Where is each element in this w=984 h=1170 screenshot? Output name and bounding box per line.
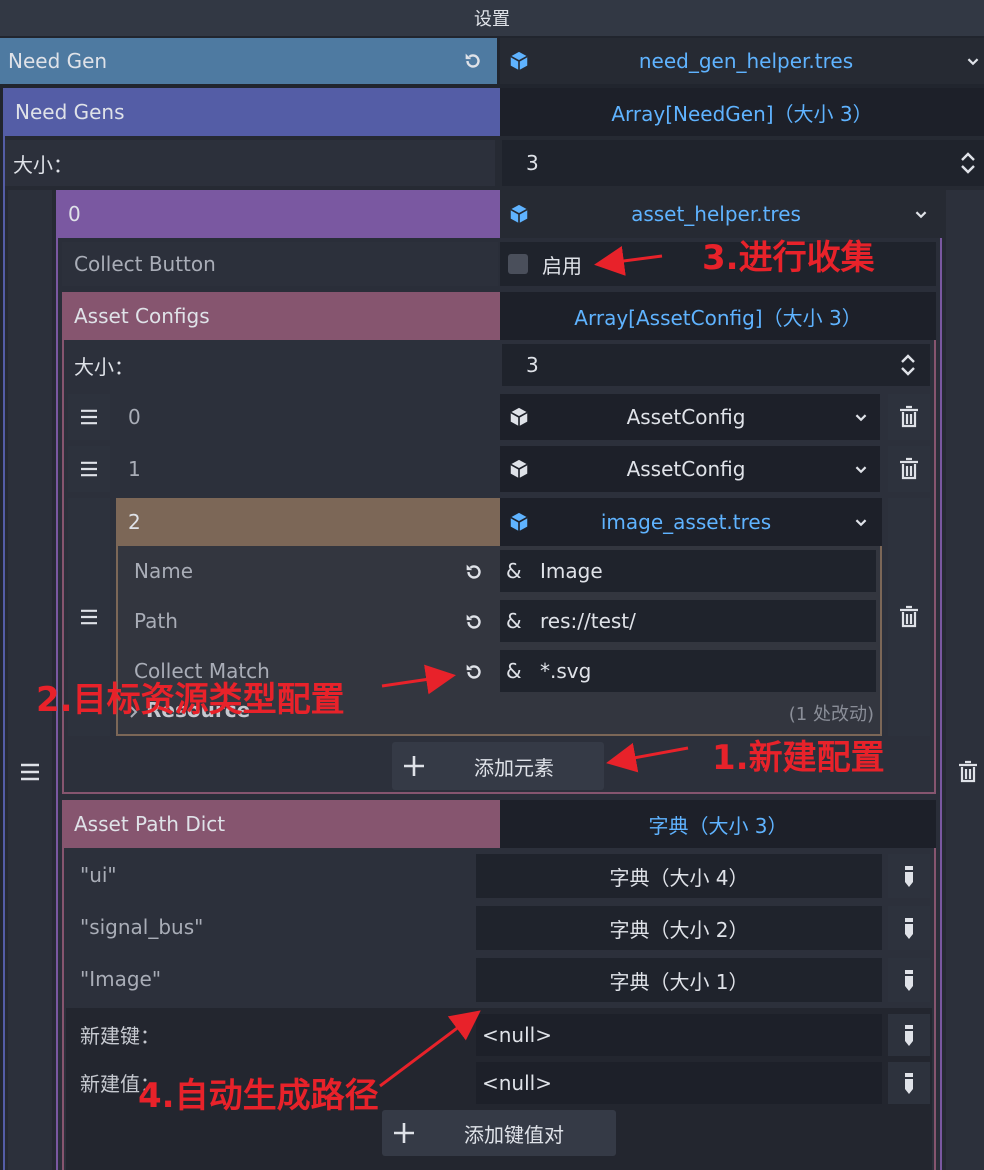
config-2-resource-picker[interactable]: image_asset.tres bbox=[500, 498, 882, 546]
dict-entry-edit-pencil-icon[interactable] bbox=[888, 958, 930, 1002]
item0-value: asset_helper.tres bbox=[631, 202, 801, 226]
new-value-field[interactable]: <null> bbox=[476, 1062, 882, 1104]
need-gen-label: Need Gen bbox=[0, 38, 497, 84]
config-2-index-label: 2 bbox=[116, 498, 500, 546]
dict-entry-key: "signal_bus" bbox=[80, 915, 204, 939]
prop-collect-match-revert-icon[interactable] bbox=[460, 658, 488, 686]
asset-path-dict-label: Asset Path Dict bbox=[62, 800, 500, 848]
prop-name-revert-icon[interactable] bbox=[460, 558, 488, 586]
new-key-label: 新建键： bbox=[80, 1023, 160, 1048]
config-2-delete-icon[interactable] bbox=[888, 498, 930, 736]
annotation-2: 2.目标资源类型配置 bbox=[36, 680, 345, 720]
prop-name-field[interactable]: & Image bbox=[500, 550, 876, 592]
element-0-delete-icon[interactable] bbox=[954, 758, 982, 786]
asset-configs-label: Asset Configs bbox=[62, 292, 500, 340]
size-spinbox[interactable]: 3 bbox=[502, 140, 984, 186]
collect-button-checkbox-label: 启用 bbox=[542, 253, 582, 278]
need-gen-revert-icon[interactable] bbox=[458, 46, 488, 76]
add-element-button[interactable]: 添加元素 bbox=[392, 742, 604, 790]
add-key-value-button[interactable]: 添加键值对 bbox=[382, 1110, 616, 1156]
dict-entry-edit-pencil-icon[interactable] bbox=[888, 854, 930, 898]
element-0-delete-column bbox=[946, 190, 984, 1170]
asset-configs-size-label: 大小： bbox=[74, 354, 134, 379]
config-0-drag-handle-icon[interactable] bbox=[68, 394, 110, 440]
dict-entry-value-button[interactable]: 字典（大小 2） bbox=[476, 906, 882, 950]
stringname-prefix: & bbox=[506, 559, 522, 583]
prop-name-value: Image bbox=[540, 559, 603, 583]
resource-cube-icon bbox=[508, 50, 530, 72]
size-label: 大小： bbox=[5, 140, 495, 186]
spin-updown-icon[interactable] bbox=[956, 150, 980, 176]
config-0-delete-icon[interactable] bbox=[888, 394, 930, 440]
prop-path-revert-icon[interactable] bbox=[460, 608, 488, 636]
spin-updown-icon[interactable] bbox=[896, 352, 920, 378]
config-1-resource-picker[interactable]: AssetConfig bbox=[500, 446, 880, 492]
panel-title: 设置 bbox=[474, 9, 510, 30]
checkbox-icon[interactable] bbox=[508, 254, 528, 274]
annotation-1: 1.新建配置 bbox=[712, 738, 885, 778]
stringname-prefix: & bbox=[506, 609, 522, 633]
prop-path-value: res://test/ bbox=[540, 609, 636, 633]
need-gen-resource-picker[interactable]: need_gen_helper.tres bbox=[500, 38, 984, 84]
prop-collect-match-value: *.svg bbox=[540, 659, 592, 683]
panel-title-bar: 设置 bbox=[0, 0, 984, 36]
dict-entry-key: "ui" bbox=[80, 863, 117, 887]
config-1-chevron-down-icon[interactable] bbox=[850, 458, 872, 480]
resource-cube-icon bbox=[508, 203, 530, 225]
resource-cube-icon bbox=[508, 511, 530, 533]
asset-configs-size-spinbox[interactable]: 3 bbox=[502, 344, 930, 386]
collect-button-label: Collect Button bbox=[62, 242, 498, 286]
config-0-chevron-down-icon[interactable] bbox=[850, 406, 872, 428]
config-1-drag-handle-icon[interactable] bbox=[68, 446, 110, 492]
need-gens-array-button[interactable]: Array[NeedGen]（大小 3） bbox=[500, 88, 984, 136]
asset-path-dict-button[interactable]: 字典（大小 3） bbox=[500, 800, 936, 848]
config-0-index: 0 bbox=[128, 405, 141, 429]
item0-index-label: 0 bbox=[56, 190, 500, 238]
new-value-edit-pencil-icon[interactable] bbox=[888, 1062, 930, 1104]
resource-cube-icon bbox=[508, 406, 530, 428]
config-0-resource-picker[interactable]: AssetConfig bbox=[500, 394, 880, 440]
new-key-field[interactable]: <null> bbox=[476, 1014, 882, 1056]
plus-icon bbox=[402, 754, 426, 778]
resource-cube-icon bbox=[508, 458, 530, 480]
config-2-chevron-down-icon[interactable] bbox=[850, 511, 872, 533]
resource-group-changes: (1 处改动) bbox=[788, 704, 874, 725]
prop-name-label: Name bbox=[134, 559, 194, 583]
dict-entry-key: "Image" bbox=[80, 967, 162, 991]
config-1-index: 1 bbox=[128, 457, 141, 481]
element-0-drag-handle-icon[interactable] bbox=[16, 758, 44, 786]
prop-path-label: Path bbox=[134, 609, 178, 633]
dict-entry-value-button[interactable]: 字典（大小 1） bbox=[476, 958, 882, 1002]
need-gen-dropdown-chevron-icon[interactable] bbox=[962, 50, 984, 72]
dict-entry-edit-pencil-icon[interactable] bbox=[888, 906, 930, 950]
annotation-3: 3.进行收集 bbox=[702, 238, 875, 278]
new-key-edit-pencil-icon[interactable] bbox=[888, 1014, 930, 1056]
stringname-prefix: & bbox=[506, 659, 522, 683]
asset-configs-array-button[interactable]: Array[AssetConfig]（大小 3） bbox=[500, 292, 936, 340]
config-1-delete-icon[interactable] bbox=[888, 446, 930, 492]
plus-icon bbox=[392, 1121, 416, 1145]
item0-chevron-down-icon[interactable] bbox=[910, 203, 932, 225]
prop-collect-match-field[interactable]: & *.svg bbox=[500, 650, 876, 692]
dict-entry-value-button[interactable]: 字典（大小 4） bbox=[476, 854, 882, 898]
need-gens-label: Need Gens bbox=[3, 88, 500, 136]
prop-path-field[interactable]: & res://test/ bbox=[500, 600, 876, 642]
need-gen-value: need_gen_helper.tres bbox=[638, 49, 854, 73]
annotation-4: 4.自动生成路径 bbox=[138, 1076, 379, 1116]
